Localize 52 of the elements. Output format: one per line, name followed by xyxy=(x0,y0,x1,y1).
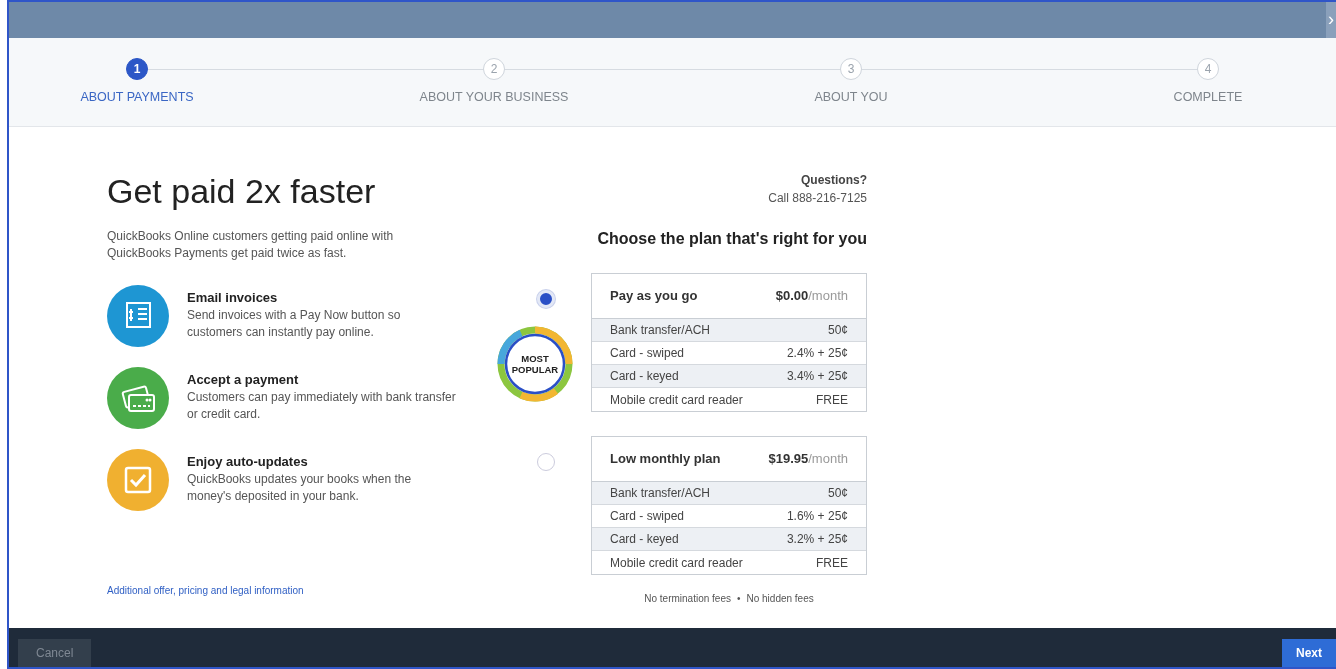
most-popular-badge: MOST POPULAR xyxy=(496,325,574,403)
plan-price: $19.95/month xyxy=(768,450,848,469)
intro-text: QuickBooks Online customers getting paid online with QuickBooks Payments get paid twice as fast. xyxy=(107,227,395,263)
fee-label: Bank transfer/ACH xyxy=(610,322,711,339)
fee-label: Mobile credit card reader xyxy=(610,391,743,409)
fee-note: • xyxy=(736,592,741,606)
fee-value: 3.2% + 25¢ xyxy=(786,531,848,548)
next-button[interactable]: Next xyxy=(1282,639,1336,667)
page-heading: Get paid 2x faster xyxy=(107,171,377,212)
feature-title: Email invoices xyxy=(187,288,279,307)
questions-label: Questions? xyxy=(801,172,867,189)
invoice-icon xyxy=(107,284,169,347)
plan-price: $0.00/month xyxy=(775,287,848,306)
fee-value: 2.4% + 25¢ xyxy=(786,345,848,362)
fee-value: FREE xyxy=(816,391,848,409)
fee-label: Mobile credit card reader xyxy=(610,554,743,572)
collapse-button[interactable]: › xyxy=(1326,2,1336,38)
feature-title: Accept a payment xyxy=(187,370,300,389)
step-number: 4 xyxy=(1197,58,1219,80)
fee-value: 50¢ xyxy=(827,322,848,339)
legal-info-link[interactable]: Additional offer, pricing and legal information xyxy=(107,583,457,598)
fee-value: 3.4% + 25¢ xyxy=(786,368,848,385)
step-number: 1 xyxy=(126,58,148,80)
phone-number: Call 888-216-7125 xyxy=(768,190,867,207)
fee-note: No termination fees xyxy=(644,592,731,606)
fee-note: No hidden fees xyxy=(746,592,814,606)
fee-value: 1.6% + 25¢ xyxy=(786,508,848,525)
step-number: 2 xyxy=(483,58,505,80)
step-label: ABOUT YOU xyxy=(814,89,888,106)
fee-value: FREE xyxy=(816,554,848,572)
fee-label: Card - swiped xyxy=(610,508,685,525)
fee-label: Card - keyed xyxy=(610,531,679,548)
feature-description: Customers can pay immediately with bank transfer or credit card. xyxy=(187,389,457,424)
fee-label: Card - swiped xyxy=(610,345,685,362)
fee-label: Bank transfer/ACH xyxy=(610,485,711,502)
credit-cards-icon xyxy=(107,366,169,429)
step-label: COMPLETE xyxy=(1173,89,1243,106)
step-label: ABOUT YOUR BUSINESS xyxy=(419,89,569,106)
plan-name: Low monthly plan xyxy=(610,450,721,469)
plans-heading: Choose the plan that's right for you xyxy=(597,229,867,249)
plan-name: Pay as you go xyxy=(610,287,698,306)
step-number: 3 xyxy=(840,58,862,80)
plan-radio[interactable] xyxy=(537,290,555,308)
cancel-button[interactable]: Cancel xyxy=(18,639,92,667)
checkbox-icon xyxy=(107,448,169,511)
fee-value: 50¢ xyxy=(827,485,848,502)
plan-radio[interactable] xyxy=(537,453,555,471)
feature-description: Send invoices with a Pay Now button so customers can instantly pay online. xyxy=(187,307,402,342)
fee-label: Card - keyed xyxy=(610,368,679,385)
feature-description: QuickBooks updates your books when the money's deposited in your bank. xyxy=(187,471,413,506)
step-label: ABOUT PAYMENTS xyxy=(80,89,194,106)
feature-title: Enjoy auto-updates xyxy=(187,452,309,471)
